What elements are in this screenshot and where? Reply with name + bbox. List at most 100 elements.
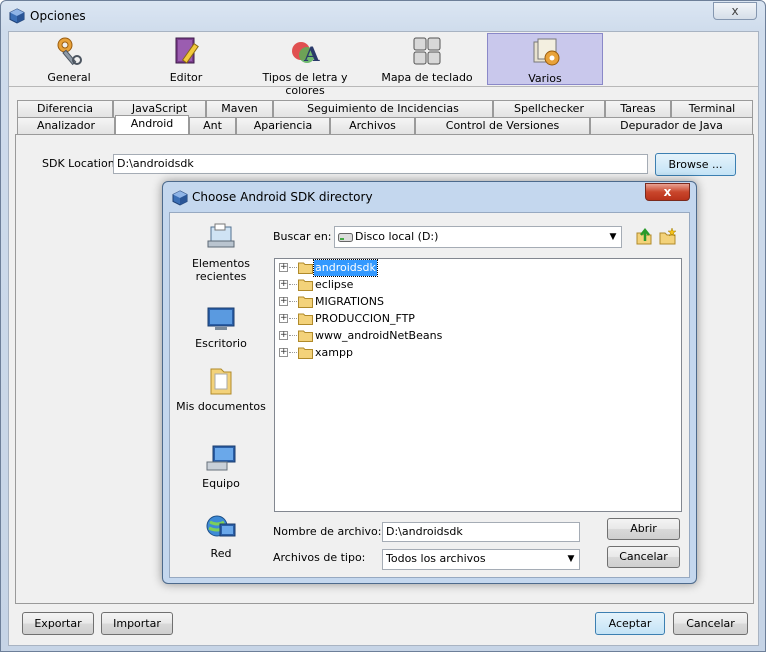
folder-row[interactable]: + MIGRATIONS [279,294,479,310]
tab-seguimiento-incidencias[interactable]: Seguimiento de Incidencias [273,100,493,117]
place-recent[interactable]: Elementos recientes [175,222,267,283]
tab-spellchecker[interactable]: Spellchecker [493,100,605,117]
wrench-gear-icon [57,37,82,66]
filename-label: Nombre de archivo: [273,525,382,538]
tab-apariencia[interactable]: Apariencia [236,117,330,134]
expand-icon[interactable]: + [279,280,288,289]
browse-button[interactable]: Browse ... [655,153,736,176]
toolbar-divider [9,86,758,87]
folder-row[interactable]: + PRODUCCION_FTP [279,311,479,327]
dialog-title: Choose Android SDK directory [192,190,373,204]
places-bar: Elementos recientes Escritorio Mis docum… [175,218,267,570]
expand-icon[interactable]: + [279,314,288,323]
drive-icon [338,233,353,242]
documents-folder-icon [210,368,232,395]
expand-icon[interactable]: + [279,348,288,357]
category-label: Tipos de letra y colores [262,71,348,97]
place-desktop[interactable]: Escritorio [175,302,267,350]
tree-connector [289,301,297,302]
filetype-select[interactable]: Todos los archivos ▼ [382,549,580,570]
chevron-down-icon[interactable]: ▼ [563,550,579,569]
place-label: Elementos recientes [191,257,250,283]
filetype-value: Todos los archivos [386,552,486,565]
place-label: Escritorio [195,337,247,350]
tab-ant[interactable]: Ant [189,117,236,134]
folder-name: androidsdk [313,259,378,277]
folder-name: MIGRATIONS [315,295,384,308]
accept-button[interactable]: Aceptar [595,612,665,635]
category-label: Editor [169,71,203,84]
place-network[interactable]: Red [175,512,267,560]
tab-maven[interactable]: Maven [206,100,273,117]
netbeans-cube-icon [172,190,188,206]
folder-row[interactable]: + eclipse [279,277,479,293]
expand-icon[interactable]: + [279,297,288,306]
folder-tree[interactable]: + androidsdk + eclipse + MIGRATIONS + PR… [274,258,682,512]
expand-icon[interactable]: + [279,331,288,340]
tab-terminal[interactable]: Terminal [671,100,753,117]
keyboard-icon [413,37,441,65]
category-label: General [47,71,91,84]
dialog-client-area: Elementos recientes Escritorio Mis docum… [169,212,690,578]
up-folder-icon[interactable] [635,227,653,245]
network-icon [206,515,236,537]
category-label: Varios [528,72,562,85]
dialog-close-button[interactable]: x [645,183,690,201]
expand-icon[interactable]: + [279,263,288,272]
place-documents[interactable]: Mis documentos [175,365,267,423]
tab-android[interactable]: Android [115,115,189,134]
cancel-button[interactable]: Cancelar [673,612,748,635]
tab-diferencia[interactable]: Diferencia [17,100,113,117]
tree-connector [289,352,297,353]
look-in-label: Buscar en: [273,230,332,243]
sdk-location-field[interactable]: D:\androidsdk [113,154,648,174]
folder-name: xampp [315,346,353,359]
tab-tareas[interactable]: Tareas [605,100,671,117]
folder-name: eclipse [315,278,354,291]
filename-field[interactable]: D:\androidsdk [382,522,580,542]
folder-icon [298,279,313,291]
folder-icon [298,313,313,325]
folder-icon [298,347,313,359]
pencil-book-icon [175,37,199,64]
category-label: Mapa de teclado [381,71,473,84]
category-fonts-colors[interactable]: A Tipos de letra y colores [245,33,365,97]
window-close-button[interactable]: x [713,2,757,20]
folder-icon [298,262,313,274]
tab-archivos[interactable]: Archivos [330,117,415,134]
filetype-label: Archivos de tipo: [273,551,366,564]
new-folder-icon[interactable] [659,227,677,245]
sdk-location-label: SDK Location: [42,157,119,170]
place-computer[interactable]: Equipo [175,442,267,490]
tree-connector [289,267,297,268]
folder-row[interactable]: + androidsdk [279,259,479,277]
tab-depurador-java[interactable]: Depurador de Java [590,117,753,134]
category-editor[interactable]: Editor [128,33,244,85]
tree-connector [289,318,297,319]
folder-row[interactable]: + xampp [279,345,479,361]
tree-connector [289,284,297,285]
look-in-value: Disco local (D:) [355,230,439,243]
place-label: Mis documentos [176,400,266,413]
folder-name: www_androidNetBeans [315,329,443,342]
category-misc[interactable]: Varios [487,33,603,85]
place-label: Equipo [202,477,240,490]
netbeans-cube-icon [9,8,25,24]
svg-text:A: A [303,42,320,66]
folder-icon [298,330,313,342]
tab-control-versiones[interactable]: Control de Versiones [415,117,590,134]
dialog-cancel-button[interactable]: Cancelar [607,546,680,568]
chevron-down-icon[interactable]: ▼ [605,227,621,247]
computer-icon [206,445,236,471]
category-keymap[interactable]: Mapa de teclado [369,33,485,85]
window-title: Opciones [30,9,86,23]
category-general[interactable]: General [11,33,127,85]
misc-gear-icon [533,38,560,66]
look-in-select[interactable]: Disco local (D:) ▼ [334,226,622,248]
import-button[interactable]: Importar [101,612,173,635]
tab-analizador[interactable]: Analizador [17,117,115,134]
open-button[interactable]: Abrir [607,518,680,540]
recent-items-icon [207,223,235,248]
folder-row[interactable]: + www_androidNetBeans [279,328,479,344]
export-button[interactable]: Exportar [22,612,94,635]
